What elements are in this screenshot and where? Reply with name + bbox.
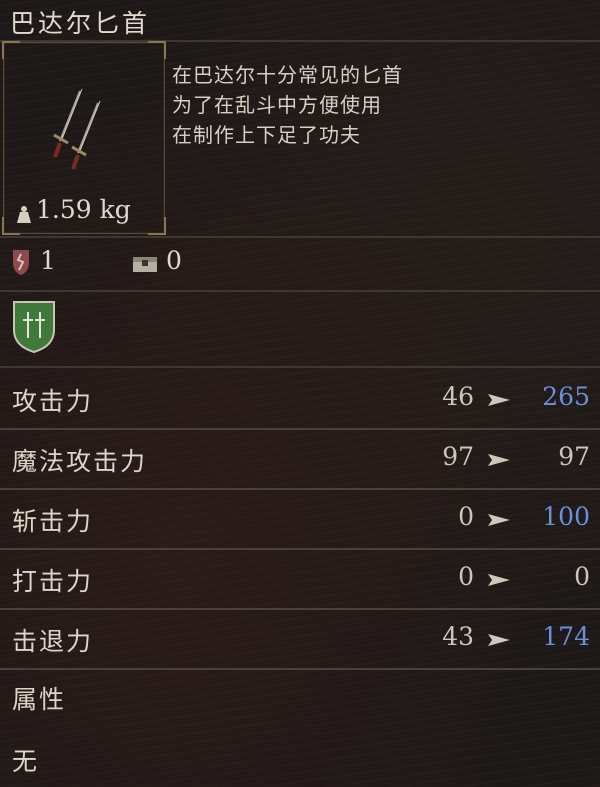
stat-current: 0	[458, 562, 474, 591]
item-name: 巴达尔匕首	[10, 9, 151, 38]
divider	[0, 366, 600, 368]
arrow-right-icon	[488, 514, 510, 526]
stat-next: 100	[542, 502, 590, 531]
stat-label: 打击力	[12, 567, 94, 596]
stat-row: 打击力 0 0	[0, 550, 600, 608]
stat-next: 265	[542, 382, 590, 411]
stat-current: 0	[458, 502, 474, 531]
stat-row: 攻击力 46 265	[0, 370, 600, 428]
weight-icon	[17, 206, 31, 223]
stat-current: 43	[442, 622, 474, 651]
chest-icon	[133, 257, 157, 272]
attribute-value: 无	[12, 747, 38, 776]
stat-next: 0	[574, 562, 590, 591]
stat-label: 魔法攻击力	[12, 447, 148, 476]
divider	[0, 668, 600, 670]
item-detail-panel: 巴达尔匕首 1.59 kg 在巴达尔十分常见的匕首 为了在乱斗中方便使用 在制作…	[0, 0, 600, 787]
stat-row: 斩击力 0 100	[0, 490, 600, 548]
twin-daggers-skill-icon[interactable]	[12, 300, 56, 354]
dagger-icon	[53, 88, 101, 170]
item-description: 在巴达尔十分常见的匕首 为了在乱斗中方便使用 在制作上下足了功夫	[172, 60, 592, 150]
arrow-right-icon	[488, 454, 510, 466]
stat-row: 魔法攻击力 97 97	[0, 430, 600, 488]
arrow-right-icon	[488, 634, 510, 646]
stat-next: 174	[542, 622, 590, 651]
resist-icon	[13, 250, 29, 275]
description-line: 在巴达尔十分常见的匕首	[172, 63, 403, 87]
stat-label: 攻击力	[12, 387, 94, 416]
stat-current: 97	[442, 442, 474, 471]
divider	[0, 290, 600, 292]
arrow-right-icon	[488, 574, 510, 586]
stat-label: 斩击力	[12, 507, 94, 536]
description-line: 在制作上下足了功夫	[172, 123, 361, 147]
stat-row: 击退力 43 174	[0, 610, 600, 668]
arrow-right-icon	[488, 394, 510, 406]
resist-value: 1	[40, 246, 56, 275]
chest-value: 0	[166, 246, 182, 275]
description-line: 为了在乱斗中方便使用	[172, 93, 382, 117]
stat-current: 46	[442, 382, 474, 411]
item-image-frame: 1.59 kg	[2, 41, 166, 235]
attribute-label: 属性	[12, 685, 67, 714]
item-weight: 1.59 kg	[36, 195, 131, 224]
divider	[0, 236, 600, 238]
stat-label: 击退力	[12, 627, 94, 656]
stat-next: 97	[558, 442, 590, 471]
